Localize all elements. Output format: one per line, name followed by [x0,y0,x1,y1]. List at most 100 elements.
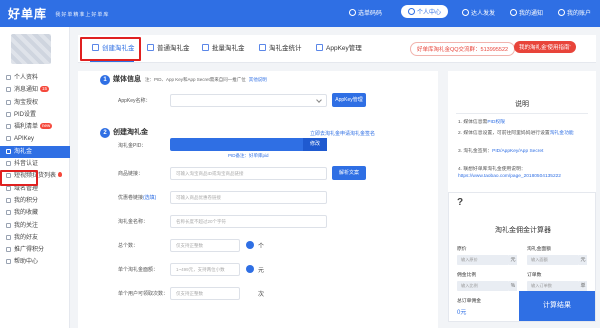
qq-group-link[interactable]: 好单库淘礼金QQ交流群：513995522 [410,42,516,56]
line-link[interactable]: PID权限 [487,120,505,125]
sidebar-item-label: 我的关注 [14,222,39,229]
calculator-title: 淘礼金佣金计算器 [495,227,551,234]
name-input[interactable]: 名称长度不超过20个字符 [170,215,327,228]
sidebar-item-taolijin[interactable]: 淘礼金 [0,145,70,159]
sidebar-item-label: 淘宝授权 [14,99,39,106]
tab-label: 批量淘礼金 [212,45,245,52]
avatar[interactable] [11,34,51,64]
line-link[interactable]: 淘礼金功能 [550,131,574,136]
coupon-link-input[interactable]: 可输入商品优惠卷链接 [170,191,327,204]
top-header: 好单库 我好单精准上好单库 选单码码 个人中心 达人发发 我的通知 我的账户 [0,0,600,27]
sidebar-item-following[interactable]: 我的关注 [0,220,70,232]
sidebar-item-help[interactable]: 帮助中心 [0,256,70,268]
sidebar-item-pid[interactable]: PID设置 [0,109,70,121]
sidebar-item-friends[interactable]: 我的好友 [0,232,70,244]
sidebar-item-messages[interactable]: 消息通知 15 [0,84,70,96]
parse-copy-button[interactable]: 解析文案 [332,166,366,180]
sidebar-item-label: 抖音认证 [14,161,39,168]
appkey-select[interactable] [170,94,327,107]
apply-signature-link[interactable]: 立即去淘礼金申请淘礼金签名 [310,130,375,137]
face-value-label: 淘礼金面额 [527,247,551,252]
logo[interactable]: 好单库 我好单精准上好单库 [8,5,109,22]
logo-tagline: 我好单精准上好单库 [55,12,110,19]
goods-link-input[interactable]: 可输入淘宝商品ID或淘宝商品链接 [170,167,327,180]
order-count-label: 订单数 [527,273,542,278]
pid-note: PID备注：好单库pid [228,153,269,158]
name-label: 淘礼金名称： [118,219,149,225]
user-icon [408,8,415,15]
nav-label: 个人中心 [417,10,442,16]
nav-coupon-code[interactable]: 选单码码 [349,8,382,17]
info-icon [246,265,254,273]
bell-icon [510,9,517,16]
original-price-input[interactable]: 输入原价 [457,255,509,265]
info-icon [246,241,254,249]
sidebar-item-promote[interactable]: 推广得积分 [0,244,70,256]
total-count-input[interactable]: 仅支持正整数 [170,239,240,252]
tab-appkey-management[interactable]: AppKey管理 [316,42,362,52]
tab-batch-taolijin[interactable]: 批量淘礼金 [202,42,245,52]
question-icon[interactable]: ? [457,197,463,208]
order-count-input[interactable]: 输入订单数 [527,281,579,291]
section-hint: 注：PID、App Key和App Secret需来自同一推广位 [145,77,246,82]
sidebar: 个人资料 消息通知 15 淘宝授权 PID设置 福利清单 new APIKey 淘礼… [0,27,70,328]
sidebar-item-favorites[interactable]: 我的收藏 [0,207,70,219]
total-commission-value: 0元 [457,310,467,316]
sidebar-item-profile[interactable]: 个人资料 [0,72,70,84]
sidebar-item-label: PID设置 [14,111,37,118]
star-icon [6,210,11,216]
sidebar-item-label: 福利清单 [14,124,39,131]
sidebar-item-label: 推广得积分 [14,247,45,254]
points-icon [6,197,11,203]
settings-icon [6,111,11,117]
section-link[interactable]: 其他说明 [249,77,267,82]
sidebar-item-douyin-auth[interactable]: 抖音认证 [0,158,70,170]
tab-normal-taolijin[interactable]: 普通淘礼金 [147,42,190,52]
tab-label: 淘礼金统计 [269,45,302,52]
sidebar-item-label: APIKey [14,136,35,143]
main-content: 创建淘礼金 普通淘礼金 批量淘礼金 淘礼金统计 AppKey管理 好单库淘礼金Q… [70,27,600,328]
nav-label: 我的通知 [519,11,544,17]
description-line: 4. 联想好单库淘礼金使用说明： https://www.taobao.com/p… [458,167,588,180]
tab-label: 普通淘礼金 [157,45,190,52]
tab-label: AppKey管理 [326,45,362,52]
help-icon [6,259,11,265]
description-line: 1. 媒体信息需PID权限 [458,120,588,127]
sidebar-item-apikey[interactable]: APIKey [0,133,70,145]
sidebar-item-taobao-auth[interactable]: 淘宝授权 [0,97,70,109]
message-icon [6,87,11,93]
unit-label: 元 [579,255,587,265]
unit-label: % [509,281,517,291]
ticket-icon [349,9,356,16]
per-user-input[interactable]: 仅支持正整数 [170,287,240,300]
commission-rate-input[interactable]: 输入比例 [457,281,509,291]
pid-edit-button[interactable]: 修改 [303,138,327,151]
nav-account[interactable]: 我的账户 [558,8,591,17]
appkey-manage-button[interactable]: AppKey管理 [332,93,366,107]
sidebar-item-label: 我的好友 [14,234,39,241]
usage-guide-button[interactable]: 我的淘礼金'使用指南' [514,41,576,53]
sidebar-item-points[interactable]: 我的积分 [0,195,70,207]
api-icon [6,136,11,142]
face-value-input[interactable]: 输入面额 [527,255,579,265]
globe-icon [6,185,11,191]
unit-label: 单 [579,281,587,291]
appkey-label: AppKey名称： [118,98,151,104]
amount-input[interactable]: 1~499元，支持两位小数 [170,263,240,276]
total-count-label: 总个数： [118,243,139,249]
logo-text: 好单库 [8,7,48,21]
nav-notifications[interactable]: 我的通知 [510,8,543,17]
line-link[interactable]: https://www.taobao.com/page_201805041352… [458,174,561,179]
calculate-button[interactable]: 计算结果 [519,291,595,321]
sidebar-item-welfare[interactable]: 福利清单 new [0,121,70,133]
line-link[interactable]: PID/AppKey/App Secret [492,149,543,154]
nav-personal-center[interactable]: 个人中心 [401,5,449,18]
total-unit: 个 [258,244,265,250]
nav-talent[interactable]: 达人发发 [462,8,495,17]
line-text: 4. 联想好单库淘礼金使用说明： [458,167,526,172]
tab-statistics[interactable]: 淘礼金统计 [259,42,302,52]
per-user-unit: 次 [258,292,265,298]
description-line: 3. 淘礼金签到：PID/AppKey/App Secret [458,149,588,156]
section-media-info: 1 媒体信息 注：PID、App Key和App Secret需来自同一推广位 其他说… [100,74,267,85]
description-panel: 说明 1. 媒体信息需PID权限 2. 媒体信息设置，可前往阿里妈妈进行设置淘礼… [448,71,596,199]
